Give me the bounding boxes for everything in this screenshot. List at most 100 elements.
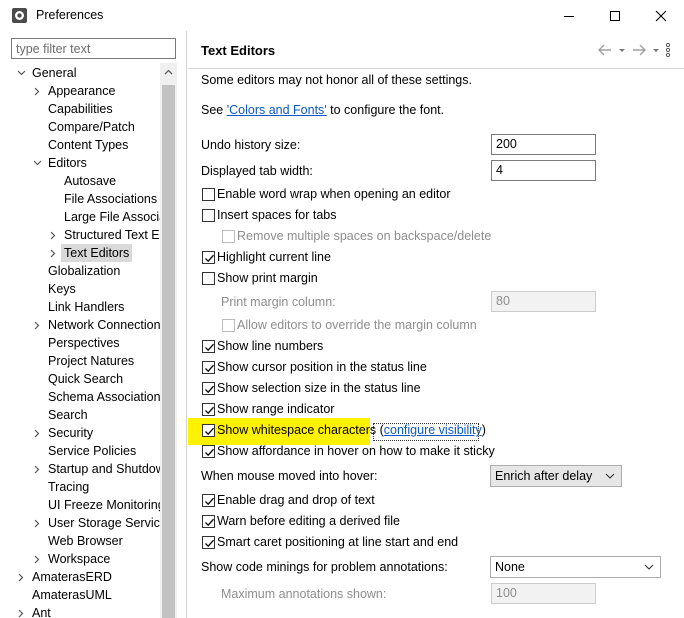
highlight-line-label: Highlight current line — [217, 250, 331, 264]
page-title: Text Editors — [201, 43, 276, 58]
range-indicator-checkbox[interactable] — [202, 403, 215, 416]
cursor-position-checkbox[interactable] — [202, 361, 215, 374]
tree-expanded-chevron-icon[interactable] — [32, 154, 42, 172]
affordance-checkbox[interactable] — [202, 445, 215, 458]
hover-label: When mouse moved into hover: — [201, 469, 378, 483]
hover-select-value: Enrich after delay — [495, 469, 593, 483]
whitespace-checkbox[interactable] — [202, 424, 215, 437]
minimize-button[interactable] — [546, 0, 592, 31]
code-minings-select[interactable]: None — [490, 556, 661, 578]
tree-item[interactable]: File Associations — [64, 190, 157, 208]
tree-item[interactable]: Compare/Patch — [48, 118, 135, 136]
tree-collapsed-chevron-icon[interactable] — [32, 550, 42, 568]
check-icon — [205, 385, 214, 394]
back-dropdown-icon[interactable] — [618, 43, 626, 57]
tree-item[interactable]: Capabilities — [48, 100, 113, 118]
check-icon — [205, 518, 214, 527]
tree-item[interactable]: Large File Associa — [64, 208, 160, 226]
tree-collapsed-chevron-icon[interactable] — [32, 316, 42, 334]
tree-item[interactable]: UI Freeze Monitoring — [48, 496, 160, 514]
tree-item[interactable]: AmaterasERD — [32, 568, 112, 586]
tree-item[interactable]: Security — [48, 424, 93, 442]
title-bar: Preferences — [0, 0, 684, 31]
tree-collapsed-chevron-icon[interactable] — [32, 82, 42, 100]
cursor-position-label: Show cursor position in the status line — [217, 360, 427, 374]
tree-item[interactable]: Ant — [32, 604, 51, 618]
tree-item[interactable]: Keys — [48, 280, 76, 298]
tree-item[interactable]: Appearance — [48, 82, 115, 100]
colors-and-fonts-link[interactable]: 'Colors and Fonts' — [227, 103, 327, 117]
tree-item[interactable]: Startup and Shutdow — [48, 460, 160, 478]
tree-item[interactable]: Editors — [48, 154, 87, 172]
tree-collapsed-chevron-icon[interactable] — [32, 460, 42, 478]
tree-vertical-scrollbar[interactable] — [160, 63, 177, 618]
print-margin-label: Show print margin — [217, 271, 318, 285]
scrollbar-thumb[interactable] — [162, 85, 175, 618]
word-wrap-label: Enable word wrap when opening an editor — [217, 187, 451, 201]
warn-derived-checkbox[interactable] — [202, 515, 215, 528]
check-icon — [205, 497, 214, 506]
forward-arrow-icon[interactable] — [630, 43, 648, 57]
smart-caret-checkbox[interactable] — [202, 536, 215, 549]
tree-item[interactable]: Globalization — [48, 262, 120, 280]
line-numbers-checkbox[interactable] — [202, 340, 215, 353]
tree-item[interactable]: Workspace — [48, 550, 110, 568]
tree-item[interactable]: Service Policies — [48, 442, 136, 460]
tree-collapsed-chevron-icon[interactable] — [48, 244, 58, 262]
scroll-up-arrow-icon[interactable] — [160, 63, 177, 80]
tree-item[interactable]: General — [32, 64, 76, 82]
tree-item[interactable]: Web Browser — [48, 532, 123, 550]
tree-collapsed-chevron-icon[interactable] — [32, 514, 42, 532]
maximize-icon — [610, 10, 620, 21]
print-margin-checkbox[interactable] — [202, 272, 215, 285]
drag-drop-checkbox[interactable] — [202, 494, 215, 507]
tree-item[interactable]: Text Editors — [61, 244, 133, 262]
word-wrap-checkbox[interactable] — [202, 188, 215, 201]
tree-item[interactable]: Link Handlers — [48, 298, 124, 316]
highlight-line-checkbox[interactable] — [202, 251, 215, 264]
check-icon — [205, 364, 214, 373]
tree-item[interactable]: Tracing — [48, 478, 89, 496]
close-button[interactable] — [638, 0, 684, 31]
tree-collapsed-chevron-icon[interactable] — [16, 604, 26, 618]
print-margin-column-input[interactable]: 80 — [491, 291, 596, 312]
code-minings-label: Show code minings for problem annotation… — [201, 560, 448, 574]
tree-item[interactable]: Content Types — [48, 136, 128, 154]
tree-item[interactable]: Perspectives — [48, 334, 120, 352]
code-minings-value: None — [495, 560, 525, 574]
allow-override-label: Allow editors to override the margin col… — [237, 318, 477, 332]
hover-select[interactable]: Enrich after delay — [490, 465, 622, 487]
tree-item[interactable]: Network Connection — [48, 316, 160, 334]
tree-item[interactable]: Structured Text Ec — [64, 226, 160, 244]
tree-expanded-chevron-icon[interactable] — [16, 64, 26, 82]
title-separator — [188, 68, 684, 69]
undo-history-input[interactable]: 200 — [491, 134, 596, 155]
line-numbers-label: Show line numbers — [217, 339, 324, 353]
tree-collapsed-chevron-icon[interactable] — [32, 424, 42, 442]
back-arrow-icon[interactable] — [596, 43, 614, 57]
filter-input[interactable] — [11, 38, 176, 59]
tree-item[interactable]: Project Natures — [48, 352, 134, 370]
maximize-button[interactable] — [592, 0, 638, 31]
view-menu-icon[interactable] — [664, 42, 672, 58]
tree-item[interactable]: Quick Search — [48, 370, 123, 388]
settings-note: Some editors may not honor all of these … — [201, 73, 472, 87]
tree-collapsed-chevron-icon[interactable] — [16, 568, 26, 586]
selection-size-checkbox[interactable] — [202, 382, 215, 395]
insert-spaces-checkbox[interactable] — [202, 209, 215, 222]
forward-dropdown-icon[interactable] — [652, 43, 660, 57]
tree-item[interactable]: Autosave — [64, 172, 116, 190]
tree-item[interactable]: AmaterasUML — [32, 586, 112, 604]
check-icon — [205, 539, 214, 548]
tree-collapsed-chevron-icon[interactable] — [48, 226, 58, 244]
range-indicator-label: Show range indicator — [217, 402, 335, 416]
tree-item[interactable]: Schema Associations — [48, 388, 160, 406]
allow-override-checkbox[interactable] — [222, 319, 235, 332]
preference-tree-pane: GeneralAppearanceCapabilitiesCompare/Pat… — [0, 31, 187, 618]
remove-spaces-checkbox[interactable] — [222, 230, 235, 243]
tree-item[interactable]: User Storage Service — [48, 514, 160, 532]
tab-width-input[interactable]: 4 — [491, 160, 596, 181]
max-annotations-label: Maximum annotations shown: — [221, 587, 387, 601]
max-annotations-input[interactable]: 100 — [491, 583, 596, 604]
tree-item[interactable]: Search — [48, 406, 88, 424]
